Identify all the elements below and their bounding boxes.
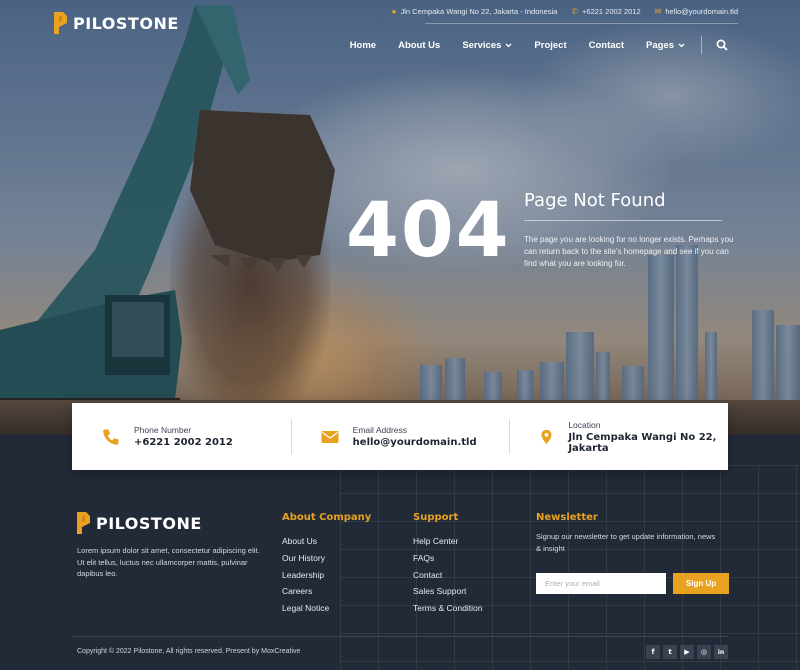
contact-phone[interactable]: Phone Number +6221 2002 2012 (72, 403, 291, 470)
footer-link-contact[interactable]: Contact (413, 567, 482, 584)
social-links: f t ▶ ◎ in (646, 645, 728, 659)
footer-link-careers[interactable]: Careers (282, 583, 371, 600)
contact-location[interactable]: Location Jln Cempaka Wangi No 22, Jakart… (509, 403, 728, 470)
envelope-icon (321, 430, 339, 443)
email-text: hello@yourdomain.tld (665, 7, 738, 16)
footer-link-leadership[interactable]: Leadership (282, 567, 371, 584)
youtube-icon[interactable]: ▶ (680, 645, 694, 659)
footer-logo[interactable]: PILOSTONE (77, 512, 202, 534)
location-pin-icon: ● (391, 7, 397, 16)
nav-label: Home (349, 39, 377, 51)
contact-label: Email Address (352, 425, 408, 435)
footer-newsletter-column: Newsletter Signup our newsletter to get … (536, 512, 716, 555)
twitter-icon[interactable]: t (663, 645, 677, 659)
email-info[interactable]: ✉ hello@yourdomain.tld (655, 7, 738, 16)
footer-about-column: About Company About Us Our History Leade… (282, 512, 371, 617)
footer-column-title: Newsletter (536, 512, 598, 523)
phone-info[interactable]: ✆ +6221 2002 2012 (571, 7, 640, 16)
nav-label: Contact (588, 39, 624, 51)
contact-label: Phone Number (134, 425, 192, 435)
footer-link-faqs[interactable]: FAQs (413, 550, 482, 567)
error-message: The page you are looking for no longer e… (524, 235, 734, 268)
nav-label: About Us (398, 39, 441, 51)
nav-item-services[interactable]: Services (462, 40, 512, 51)
instagram-icon[interactable]: ◎ (697, 645, 711, 659)
search-icon[interactable] (716, 39, 728, 51)
nav-label: Project (534, 39, 567, 51)
envelope-icon: ✉ (654, 7, 662, 16)
contact-email[interactable]: Email Address hello@yourdomain.tld (290, 403, 510, 470)
error-title: Page Not Found (524, 190, 666, 211)
nav-divider (701, 36, 702, 54)
logo-icon (77, 512, 90, 534)
footer-link-terms[interactable]: Terms & Condition (413, 600, 482, 617)
logo-text: PILOSTONE (96, 513, 202, 533)
contact-value: Jln Cempaka Wangi No 22, Jakarta (568, 431, 717, 454)
location-pin-icon (541, 429, 552, 444)
address-text: Jln Cempaka Wangi No 22, Jakarta - Indon… (400, 7, 558, 16)
nav-item-contact[interactable]: Contact (589, 40, 624, 51)
contact-value: hello@yourdomain.tld (352, 437, 477, 448)
phone-icon: ✆ (571, 7, 579, 16)
contact-info-card: Phone Number +6221 2002 2012 Email Addre… (72, 403, 728, 470)
nav-item-pages[interactable]: Pages (646, 40, 685, 51)
phone-icon (103, 429, 119, 445)
footer-link-our-history[interactable]: Our History (282, 550, 371, 567)
chevron-down-icon (505, 43, 512, 47)
phone-text: +6221 2002 2012 (582, 7, 641, 16)
address-info: ● Jln Cempaka Wangi No 22, Jakarta - Ind… (392, 7, 558, 16)
footer-column-title: Support (413, 512, 459, 523)
top-info-bar: ● Jln Cempaka Wangi No 22, Jakarta - Ind… (392, 7, 738, 16)
nav-label: Pages (646, 39, 674, 51)
sign-up-button[interactable]: Sign Up (673, 573, 729, 594)
newsletter-form: Sign Up (536, 573, 729, 594)
footer-link-about-us[interactable]: About Us (282, 533, 371, 550)
footer-support-column: Support Help Center FAQs Contact Sales S… (413, 512, 482, 617)
newsletter-email-input[interactable] (536, 573, 666, 594)
contact-label: Location (568, 419, 601, 430)
title-divider (524, 220, 722, 221)
newsletter-text: Signup our newsletter to get update info… (536, 532, 716, 553)
nav-item-home[interactable]: Home (350, 40, 376, 51)
footer-divider (72, 636, 728, 637)
nav-item-about-us[interactable]: About Us (398, 40, 440, 51)
footer-link-help-center[interactable]: Help Center (413, 533, 482, 550)
footer-column-title: About Company (282, 512, 372, 523)
contact-value: +6221 2002 2012 (134, 437, 233, 448)
logo-icon (54, 12, 67, 34)
main-nav: Home About Us Services Project Contact P… (328, 36, 728, 54)
footer-background-pattern (340, 465, 800, 670)
footer-description: Lorem ipsum dolor sit amet, consectetur … (77, 546, 260, 578)
nav-label: Services (462, 39, 502, 51)
copyright-text: Copyright © 2022 Pilostone, All rights r… (77, 648, 301, 655)
facebook-icon[interactable]: f (646, 645, 660, 659)
footer-link-legal-notice[interactable]: Legal Notice (282, 600, 371, 617)
error-code: 404 (346, 185, 511, 274)
logo-text: PILOSTONE (73, 13, 179, 33)
nav-item-project[interactable]: Project (534, 40, 566, 51)
footer-link-sales-support[interactable]: Sales Support (413, 583, 482, 600)
linkedin-icon[interactable]: in (714, 645, 728, 659)
chevron-down-icon (678, 43, 685, 47)
header-divider (425, 23, 738, 24)
site-logo[interactable]: PILOSTONE (54, 12, 179, 34)
